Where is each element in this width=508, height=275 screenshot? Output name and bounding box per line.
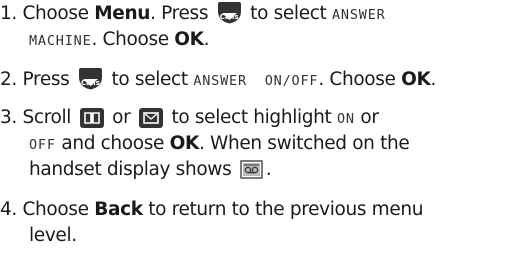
step-3-cont: OFF and choose OK. When switched on the [29, 131, 410, 158]
step-text: to select [105, 69, 194, 90]
back-label: Back [94, 199, 143, 220]
menu-label: Menu [94, 3, 151, 24]
ok-label: OK [169, 133, 200, 154]
ok-label: OK [401, 69, 431, 90]
step-number: 2. [0, 69, 17, 90]
step-number: 1. [0, 3, 17, 24]
step-3-cont-2: handset display shows . [29, 157, 272, 183]
step-text: Press [22, 69, 75, 90]
answer-machine-display-icon [240, 159, 263, 180]
step-text: . [430, 69, 437, 90]
step-4-cont: level. [29, 223, 77, 249]
step-text: to return to the previous menu [142, 199, 424, 220]
ok-label: OK [174, 29, 204, 50]
step-2: 2. Press Calls to select ANSWER ON/OFF. … [0, 67, 436, 94]
step-text: Scroll [22, 107, 77, 128]
step-text: or [354, 107, 379, 128]
calls-key-icon: Calls [217, 2, 242, 24]
step-text: level. [29, 225, 77, 246]
display-text: ON [337, 111, 355, 127]
step-text: to select highlight [165, 107, 337, 128]
step-1: 1. Choose Menu. Press Calls to select AN… [0, 1, 386, 28]
calls-key-label: Calls [219, 13, 239, 21]
step-text: . [203, 29, 210, 50]
step-3: 3. Scroll or to select highlight ON or [0, 105, 379, 132]
step-text: to select [244, 3, 332, 24]
instructions: 1. Choose Menu. Press Calls to select AN… [0, 0, 508, 275]
step-text: . When switched on the [198, 133, 410, 154]
display-text: OFF [29, 137, 56, 153]
calls-key-icon: Calls [78, 68, 103, 90]
step-4: 4. Choose Back to return to the previous… [0, 197, 423, 223]
step-text: . [265, 159, 272, 180]
step-number: 4. [0, 199, 17, 220]
display-text: ANSWER ON/OFF [193, 73, 319, 89]
step-text: . Choose [318, 69, 402, 90]
step-1-cont: MACHINE. Choose OK. [29, 27, 210, 54]
step-text: Choose [22, 199, 95, 220]
envelope-key-icon [138, 108, 163, 128]
step-text: or [106, 107, 136, 128]
step-text: Choose [22, 3, 95, 24]
calls-key-label: Calls [81, 79, 100, 87]
display-text: ANSWER [332, 7, 386, 23]
step-text: handset display shows [29, 159, 237, 180]
step-text: . Press [150, 3, 214, 24]
display-text: MACHINE [29, 33, 92, 49]
step-number: 3. [0, 107, 17, 128]
step-text: . Choose [91, 29, 175, 50]
phonebook-key-icon [79, 108, 104, 128]
step-text: and choose [55, 133, 170, 154]
